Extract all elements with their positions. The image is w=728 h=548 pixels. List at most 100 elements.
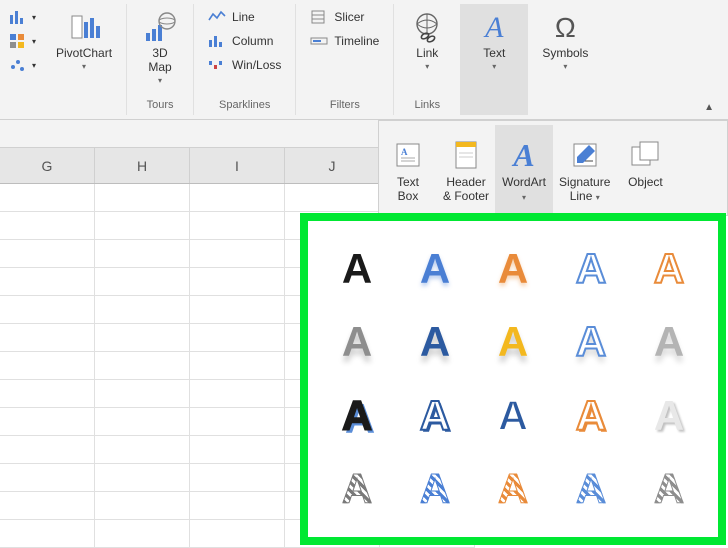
cell[interactable] xyxy=(190,436,285,464)
cell[interactable] xyxy=(0,464,95,492)
wordart-style-4[interactable]: A xyxy=(558,239,624,299)
cell[interactable] xyxy=(0,380,95,408)
text-dropdown-button[interactable]: A Text ▾ xyxy=(469,6,519,75)
cell[interactable] xyxy=(0,408,95,436)
svg-text:A: A xyxy=(401,147,408,157)
text-submenu: A Text Box Header & Footer A WordArt▾ Si… xyxy=(378,120,728,216)
cell[interactable] xyxy=(190,492,285,520)
chevron-down-icon: ▾ xyxy=(32,13,36,22)
cell[interactable] xyxy=(0,352,95,380)
cell[interactable] xyxy=(95,324,190,352)
chart-type-3[interactable]: ▾ xyxy=(2,54,42,76)
cell[interactable] xyxy=(0,296,95,324)
wordart-style-20[interactable]: A xyxy=(636,460,702,520)
cell[interactable] xyxy=(190,268,285,296)
cell[interactable] xyxy=(95,408,190,436)
wordart-style-15[interactable]: A xyxy=(636,386,702,446)
cell[interactable] xyxy=(0,184,95,212)
wordart-style-18[interactable]: A xyxy=(480,460,546,520)
wordart-style-1[interactable]: A xyxy=(324,239,390,299)
collapse-ribbon-button[interactable]: ▲ xyxy=(704,102,714,113)
wordart-style-19[interactable]: A xyxy=(558,460,624,520)
column-header-i[interactable]: I xyxy=(190,148,285,183)
3d-map-label: 3D Map xyxy=(148,46,171,74)
cell[interactable] xyxy=(0,240,95,268)
cell[interactable] xyxy=(190,408,285,436)
wordart-style-14[interactable]: A xyxy=(558,386,624,446)
cell[interactable] xyxy=(190,520,285,548)
cell[interactable] xyxy=(0,492,95,520)
wordart-style-5[interactable]: A xyxy=(636,239,702,299)
column-header-g[interactable]: G xyxy=(0,148,95,183)
group-label xyxy=(2,111,118,113)
cell[interactable] xyxy=(95,352,190,380)
wordart-button[interactable]: A WordArt▾ xyxy=(495,125,553,215)
column-header-h[interactable]: H xyxy=(95,148,190,183)
cell[interactable] xyxy=(95,520,190,548)
slicer-button[interactable]: Slicer xyxy=(304,6,385,28)
cell[interactable] xyxy=(95,240,190,268)
wordart-style-13[interactable]: A xyxy=(480,386,546,446)
wordart-letter-icon: A xyxy=(654,395,684,437)
cell[interactable] xyxy=(0,212,95,240)
bar-chart-icon xyxy=(8,8,26,26)
group-label: Links xyxy=(402,99,452,113)
wordart-icon: A xyxy=(513,134,534,176)
link-button[interactable]: Link ▾ xyxy=(402,6,452,75)
sparkline-line[interactable]: Line xyxy=(202,6,287,28)
chart-type-2[interactable]: ▾ xyxy=(2,30,42,52)
cell[interactable] xyxy=(190,324,285,352)
wordart-letter-icon: A xyxy=(342,248,372,290)
wordart-style-11[interactable]: A xyxy=(324,386,390,446)
timeline-button[interactable]: Timeline xyxy=(304,30,385,52)
link-label: Link xyxy=(416,46,438,60)
cell[interactable] xyxy=(285,184,380,212)
wordart-letter-icon: A xyxy=(498,395,528,437)
wordart-style-6[interactable]: A xyxy=(324,313,390,373)
cell[interactable] xyxy=(190,464,285,492)
cell[interactable] xyxy=(0,520,95,548)
object-button[interactable]: Object xyxy=(616,125,674,215)
wordart-style-7[interactable]: A xyxy=(402,313,468,373)
wordart-style-2[interactable]: A xyxy=(402,239,468,299)
cell[interactable] xyxy=(95,184,190,212)
cell[interactable] xyxy=(95,296,190,324)
cell[interactable] xyxy=(190,184,285,212)
cell[interactable] xyxy=(0,324,95,352)
textbox-button[interactable]: A Text Box xyxy=(379,125,437,215)
column-header-j[interactable]: J xyxy=(285,148,380,183)
group-charts-pivot: ▾ ▾ ▾ PivotChart ▾ xyxy=(0,4,127,115)
wordart-letter-icon: A xyxy=(576,395,606,437)
cell[interactable] xyxy=(190,212,285,240)
pivotchart-icon xyxy=(68,10,100,46)
symbols-button[interactable]: Ω Symbols ▾ xyxy=(536,6,594,75)
cell[interactable] xyxy=(0,268,95,296)
signature-line-button[interactable]: Signature Line ▾ xyxy=(553,125,616,215)
cell[interactable] xyxy=(95,268,190,296)
chart-type-1[interactable]: ▾ xyxy=(2,6,42,28)
group-label: Filters xyxy=(304,99,385,113)
cell[interactable] xyxy=(0,436,95,464)
cell[interactable] xyxy=(95,212,190,240)
cell[interactable] xyxy=(190,380,285,408)
wordart-style-12[interactable]: A xyxy=(402,386,468,446)
3d-map-button[interactable]: 3D Map ▾ xyxy=(135,6,185,89)
wordart-style-9[interactable]: A xyxy=(558,313,624,373)
pivotchart-button[interactable]: PivotChart ▾ xyxy=(50,6,118,75)
cell[interactable] xyxy=(190,240,285,268)
wordart-style-17[interactable]: A xyxy=(402,460,468,520)
cell[interactable] xyxy=(95,436,190,464)
cell[interactable] xyxy=(95,464,190,492)
wordart-style-16[interactable]: A xyxy=(324,460,390,520)
wordart-style-3[interactable]: A xyxy=(480,239,546,299)
cell[interactable] xyxy=(190,296,285,324)
sparkline-winloss[interactable]: Win/Loss xyxy=(202,54,287,76)
cell[interactable] xyxy=(95,380,190,408)
sparkline-column[interactable]: Column xyxy=(202,30,287,52)
header-footer-button[interactable]: Header & Footer xyxy=(437,125,495,215)
cell[interactable] xyxy=(190,352,285,380)
wordart-style-10[interactable]: A xyxy=(636,313,702,373)
cell[interactable] xyxy=(95,492,190,520)
omega-icon: Ω xyxy=(555,10,576,46)
wordart-style-8[interactable]: A xyxy=(480,313,546,373)
